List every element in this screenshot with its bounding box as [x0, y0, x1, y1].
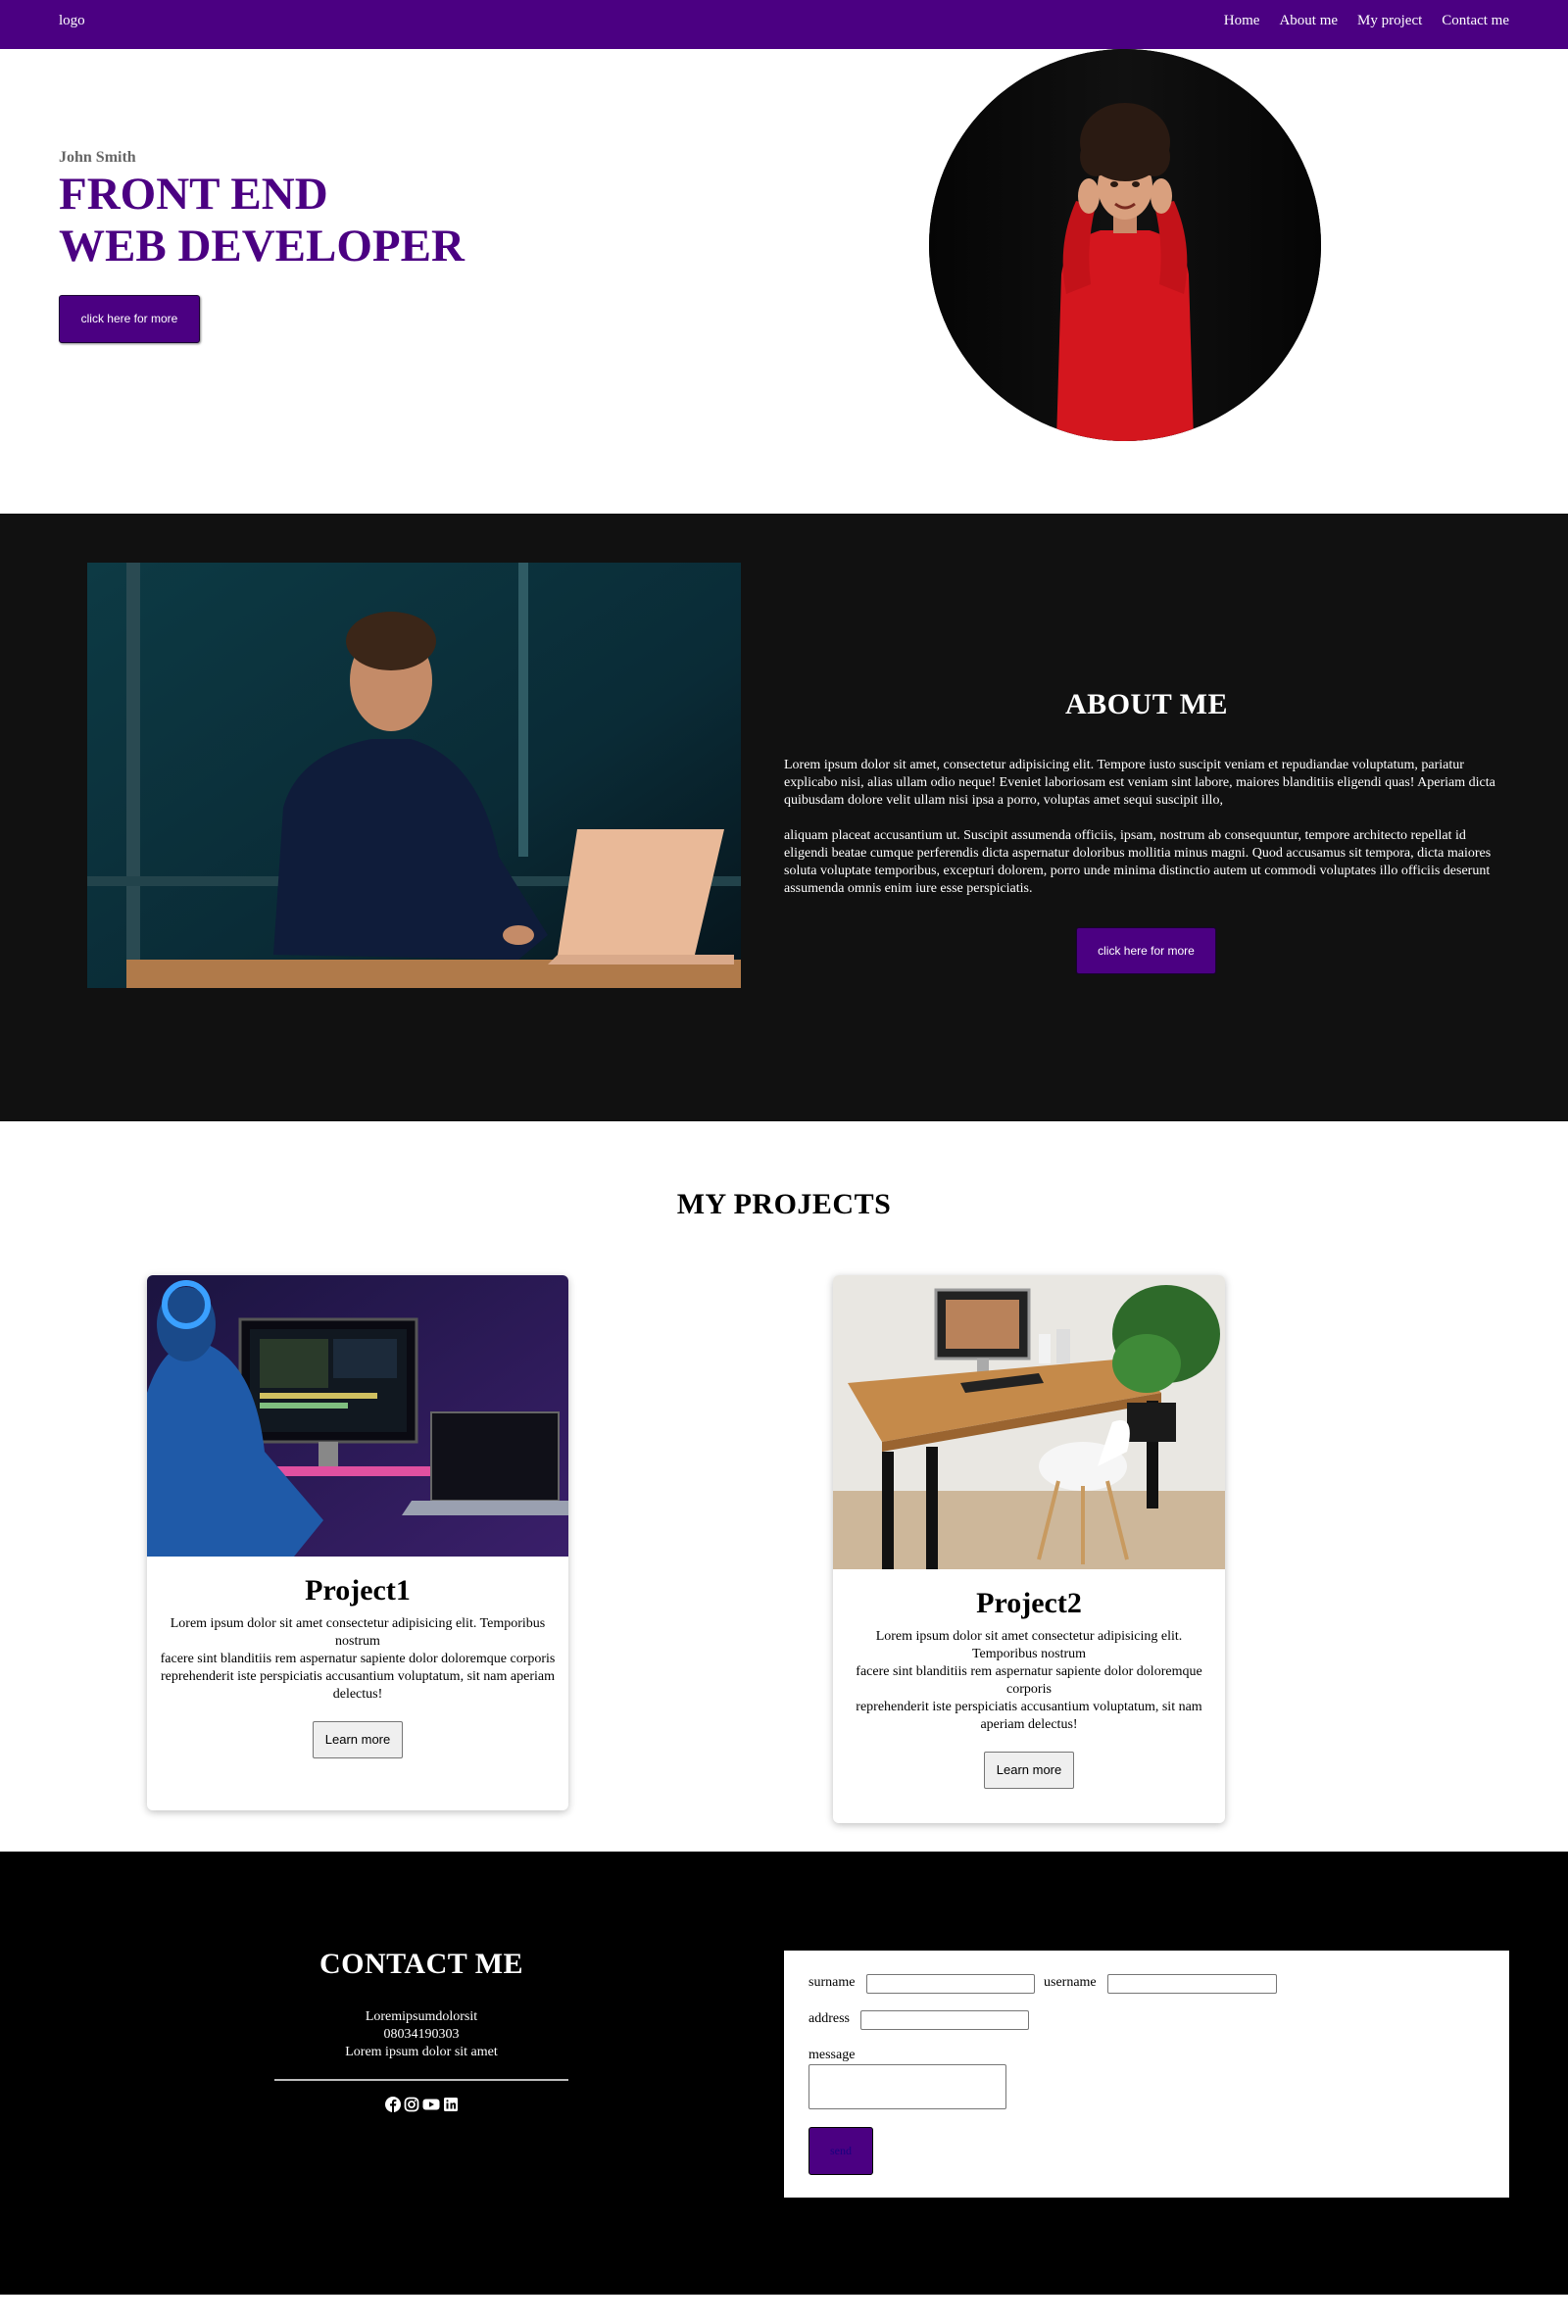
contact-section: CONTACT ME Loremipsumdolorsit 0803419030… — [0, 1852, 1568, 2295]
hero-portrait-image — [929, 49, 1321, 441]
hero-cta-button[interactable]: click here for more — [59, 295, 200, 343]
send-button[interactable]: send — [808, 2127, 873, 2175]
instagram-icon[interactable] — [404, 2097, 419, 2112]
hero-title-line2: WEB DEVELOPER — [59, 221, 465, 272]
hero-section: John Smith FRONT END WEB DEVELOPER click… — [0, 49, 1568, 514]
about-cta-button[interactable]: click here for more — [1076, 927, 1216, 974]
hero-name: John Smith — [59, 149, 136, 166]
surname-label: surname — [808, 1975, 856, 1990]
project-1-desc-line: reprehenderit iste perspiciatis accusant… — [161, 1669, 555, 1702]
project-2-desc-line: Lorem ipsum dolor sit amet consectetur a… — [875, 1629, 1183, 1661]
project-1-image — [147, 1275, 568, 1557]
project-1-learn-more-button[interactable]: Learn more — [312, 1721, 404, 1758]
contact-info-line: Lorem ipsum dolor sit amet — [345, 2045, 498, 2059]
address-input[interactable] — [860, 2010, 1029, 2030]
hero-title-line1: FRONT END — [59, 169, 328, 220]
contact-info-line: Loremipsumdolorsit — [365, 2009, 478, 2024]
page-bottom — [0, 2295, 1568, 2324]
logo[interactable]: logo — [59, 13, 85, 29]
about-section: ABOUT ME Lorem ipsum dolor sit amet, con… — [0, 514, 1568, 1121]
project-1-desc-line: Lorem ipsum dolor sit amet consectetur a… — [170, 1616, 546, 1649]
project-1-title: Project1 — [305, 1574, 411, 1607]
username-input[interactable] — [1107, 1974, 1277, 1994]
project-2-image — [833, 1275, 1225, 1569]
top-navbar: logo Home About me My project Contact me — [0, 0, 1568, 49]
project-2-description: Lorem ipsum dolor sit amet consectetur a… — [843, 1628, 1215, 1734]
surname-input[interactable] — [866, 1974, 1035, 1994]
youtube-icon[interactable] — [422, 2097, 440, 2112]
project-2-title: Project2 — [976, 1587, 1082, 1619]
about-heading: ABOUT ME — [1065, 688, 1228, 720]
hero-title: FRONT END WEB DEVELOPER — [59, 169, 465, 272]
nav-links: Home About me My project Contact me — [1224, 13, 1509, 29]
projects-section: MY PROJECTS Project1 Lorem ipsum dolor s… — [0, 1121, 1568, 1852]
message-textarea[interactable] — [808, 2064, 1006, 2109]
project-2-desc-line: facere sint blanditiis rem aspernatur sa… — [856, 1664, 1202, 1697]
project-2-desc-line: reprehenderit iste perspiciatis accusant… — [856, 1700, 1202, 1732]
nav-link-about[interactable]: About me — [1279, 13, 1338, 29]
contact-phone: 08034190303 — [383, 2027, 460, 2042]
about-photo — [87, 563, 741, 988]
project-card-1: Project1 Lorem ipsum dolor sit amet cons… — [147, 1275, 568, 1810]
project-2-learn-more-button[interactable]: Learn more — [983, 1752, 1075, 1789]
contact-form: surname username address message send — [784, 1951, 1509, 2198]
nav-link-projects[interactable]: My project — [1357, 13, 1422, 29]
username-label: username — [1044, 1975, 1097, 1990]
project-card-2: Project2 Lorem ipsum dolor sit amet cons… — [833, 1275, 1225, 1823]
about-paragraph-2: aliquam placeat accusantium ut. Suscipit… — [784, 828, 1492, 896]
project-1-description: Lorem ipsum dolor sit amet consectetur a… — [157, 1615, 559, 1704]
about-paragraph-1: Lorem ipsum dolor sit amet, consectetur … — [784, 758, 1495, 808]
contact-info: Loremipsumdolorsit 08034190303 Lorem ips… — [274, 2008, 568, 2061]
linkedin-icon[interactable] — [443, 2097, 459, 2112]
message-label: message — [808, 2048, 856, 2062]
contact-divider — [274, 2079, 568, 2081]
facebook-icon[interactable] — [384, 2097, 401, 2112]
projects-heading: MY PROJECTS — [676, 1188, 892, 1220]
address-label: address — [808, 2011, 850, 2026]
nav-link-home[interactable]: Home — [1224, 13, 1260, 29]
social-icons — [274, 2097, 568, 2112]
contact-heading: CONTACT ME — [318, 1948, 524, 1980]
project-1-desc-line: facere sint blanditiis rem aspernatur sa… — [160, 1652, 556, 1666]
nav-link-contact[interactable]: Contact me — [1442, 13, 1509, 29]
